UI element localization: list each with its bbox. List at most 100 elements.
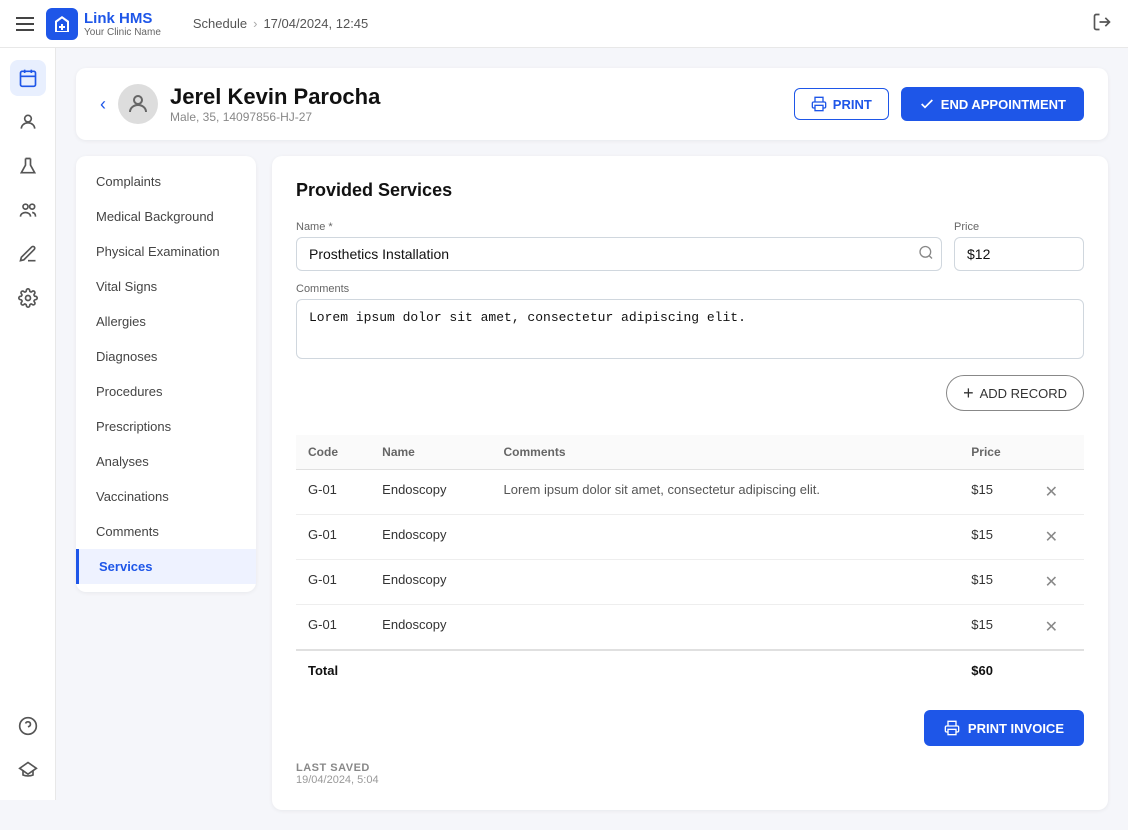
total-label: Total — [296, 650, 959, 690]
menu-item-procedures[interactable]: Procedures — [76, 374, 256, 409]
menu-item-complaints[interactable]: Complaints — [76, 164, 256, 199]
name-label: Name * — [296, 221, 942, 233]
back-button[interactable]: ‹ — [100, 94, 106, 115]
cell-name: Endoscopy — [370, 470, 491, 515]
table-header: Code Name Comments Price — [296, 435, 1084, 470]
search-icon-button[interactable] — [918, 245, 934, 264]
sidebar-gear-icon[interactable] — [10, 280, 46, 316]
col-name: Name — [370, 435, 491, 470]
end-appointment-label: END APPOINTMENT — [941, 97, 1066, 112]
services-panel: Provided Services Name * Price — [272, 156, 1108, 810]
print-invoice-label: PRINT INVOICE — [968, 721, 1064, 736]
remove-row-button[interactable]: ✕ — [1045, 617, 1058, 637]
sidebar-calendar-icon[interactable] — [10, 60, 46, 96]
logo-sub: Your Clinic Name — [84, 27, 161, 38]
menu-item-vital-signs[interactable]: Vital Signs — [76, 269, 256, 304]
sidebar-person-icon[interactable] — [10, 104, 46, 140]
menu-item-vaccinations[interactable]: Vaccinations — [76, 479, 256, 514]
name-group: Name * — [296, 221, 942, 271]
total-row: Total $60 — [296, 650, 1084, 690]
last-saved: LAST SAVED 19/04/2024, 5:04 — [296, 762, 1084, 786]
sidebar-group-icon[interactable] — [10, 192, 46, 228]
cell-comments — [492, 515, 960, 560]
table-row: G-01 Endoscopy $15 ✕ — [296, 605, 1084, 651]
add-record-label: ADD RECORD — [980, 386, 1067, 401]
breadcrumb-datetime: 17/04/2024, 12:45 — [263, 16, 368, 31]
price-label: Price — [954, 221, 1084, 233]
form-row-name-price: Name * Price — [296, 221, 1084, 271]
breadcrumb-separator: › — [253, 16, 257, 31]
menu-item-medical-background[interactable]: Medical Background — [76, 199, 256, 234]
col-code: Code — [296, 435, 370, 470]
menu-item-diagnoses[interactable]: Diagnoses — [76, 339, 256, 374]
sidebar-pen-icon[interactable] — [10, 236, 46, 272]
cell-name: Endoscopy — [370, 560, 491, 605]
logo-text: Link HMS — [84, 10, 161, 27]
cell-comments — [492, 605, 960, 651]
cell-remove[interactable]: ✕ — [1033, 515, 1084, 560]
table-row: G-01 Endoscopy $15 ✕ — [296, 560, 1084, 605]
comments-label: Comments — [296, 283, 1084, 295]
top-nav: Link HMS Your Clinic Name Schedule › 17/… — [0, 0, 1128, 48]
remove-row-button[interactable]: ✕ — [1045, 572, 1058, 592]
patient-name: Jerel Kevin Parocha — [170, 84, 380, 110]
cell-remove[interactable]: ✕ — [1033, 605, 1084, 651]
breadcrumb-schedule[interactable]: Schedule — [193, 16, 247, 31]
remove-row-button[interactable]: ✕ — [1045, 527, 1058, 547]
cell-price: $15 — [959, 605, 1032, 651]
section-title: Provided Services — [296, 180, 1084, 201]
print-label: PRINT — [833, 97, 872, 112]
sidebar-flask-icon[interactable] — [10, 148, 46, 184]
cell-comments — [492, 560, 960, 605]
menu-item-comments[interactable]: Comments — [76, 514, 256, 549]
cell-code: G-01 — [296, 515, 370, 560]
last-saved-date: 19/04/2024, 5:04 — [296, 774, 1084, 786]
add-record-button[interactable]: + ADD RECORD — [946, 375, 1084, 411]
col-comments: Comments — [492, 435, 960, 470]
menu-item-services[interactable]: Services — [76, 549, 256, 584]
services-table: Code Name Comments Price G-01 Endoscopy … — [296, 435, 1084, 690]
menu-item-prescriptions[interactable]: Prescriptions — [76, 409, 256, 444]
cell-name: Endoscopy — [370, 515, 491, 560]
menu-item-allergies[interactable]: Allergies — [76, 304, 256, 339]
breadcrumb: Schedule › 17/04/2024, 12:45 — [193, 16, 368, 31]
patient-avatar — [118, 84, 158, 124]
remove-row-button[interactable]: ✕ — [1045, 482, 1058, 502]
main-content: ‹ Jerel Kevin Parocha Male, 35, 14097856… — [56, 48, 1128, 830]
menu-item-physical-examination[interactable]: Physical Examination — [76, 234, 256, 269]
patient-header-left: ‹ Jerel Kevin Parocha Male, 35, 14097856… — [100, 84, 380, 124]
cell-remove[interactable]: ✕ — [1033, 470, 1084, 515]
comments-group: Comments — [296, 283, 1084, 359]
table-row: G-01 Endoscopy Lorem ipsum dolor sit ame… — [296, 470, 1084, 515]
menu-button[interactable] — [16, 17, 34, 31]
cell-remove[interactable]: ✕ — [1033, 560, 1084, 605]
col-price: Price — [959, 435, 1032, 470]
cell-code: G-01 — [296, 470, 370, 515]
sidebar-question-icon[interactable] — [10, 708, 46, 744]
patient-header-right: PRINT END APPOINTMENT — [794, 87, 1084, 121]
cell-code: G-01 — [296, 605, 370, 651]
top-nav-right[interactable] — [1092, 12, 1112, 35]
cell-name: Endoscopy — [370, 605, 491, 651]
col-action — [1033, 435, 1084, 470]
sidebar-menu: Complaints Medical Background Physical E… — [76, 156, 256, 592]
comments-input[interactable] — [296, 299, 1084, 359]
last-saved-label: LAST SAVED — [296, 762, 1084, 774]
patient-meta: Male, 35, 14097856-HJ-27 — [170, 110, 380, 124]
menu-item-analyses[interactable]: Analyses — [76, 444, 256, 479]
name-input-wrap — [296, 237, 942, 271]
price-input[interactable] — [954, 237, 1084, 271]
name-input[interactable] — [296, 237, 942, 271]
print-invoice-button[interactable]: PRINT INVOICE — [924, 710, 1084, 746]
patient-header: ‹ Jerel Kevin Parocha Male, 35, 14097856… — [76, 68, 1108, 140]
print-button[interactable]: PRINT — [794, 88, 889, 120]
cell-price: $15 — [959, 515, 1032, 560]
content-area: Complaints Medical Background Physical E… — [76, 156, 1108, 810]
sidebar — [0, 48, 56, 800]
cell-comments: Lorem ipsum dolor sit amet, consectetur … — [492, 470, 960, 515]
total-value: $60 — [959, 650, 1032, 690]
price-group: Price — [954, 221, 1084, 271]
sidebar-graduation-icon[interactable] — [10, 752, 46, 788]
end-appointment-button[interactable]: END APPOINTMENT — [901, 87, 1084, 121]
cell-price: $15 — [959, 560, 1032, 605]
